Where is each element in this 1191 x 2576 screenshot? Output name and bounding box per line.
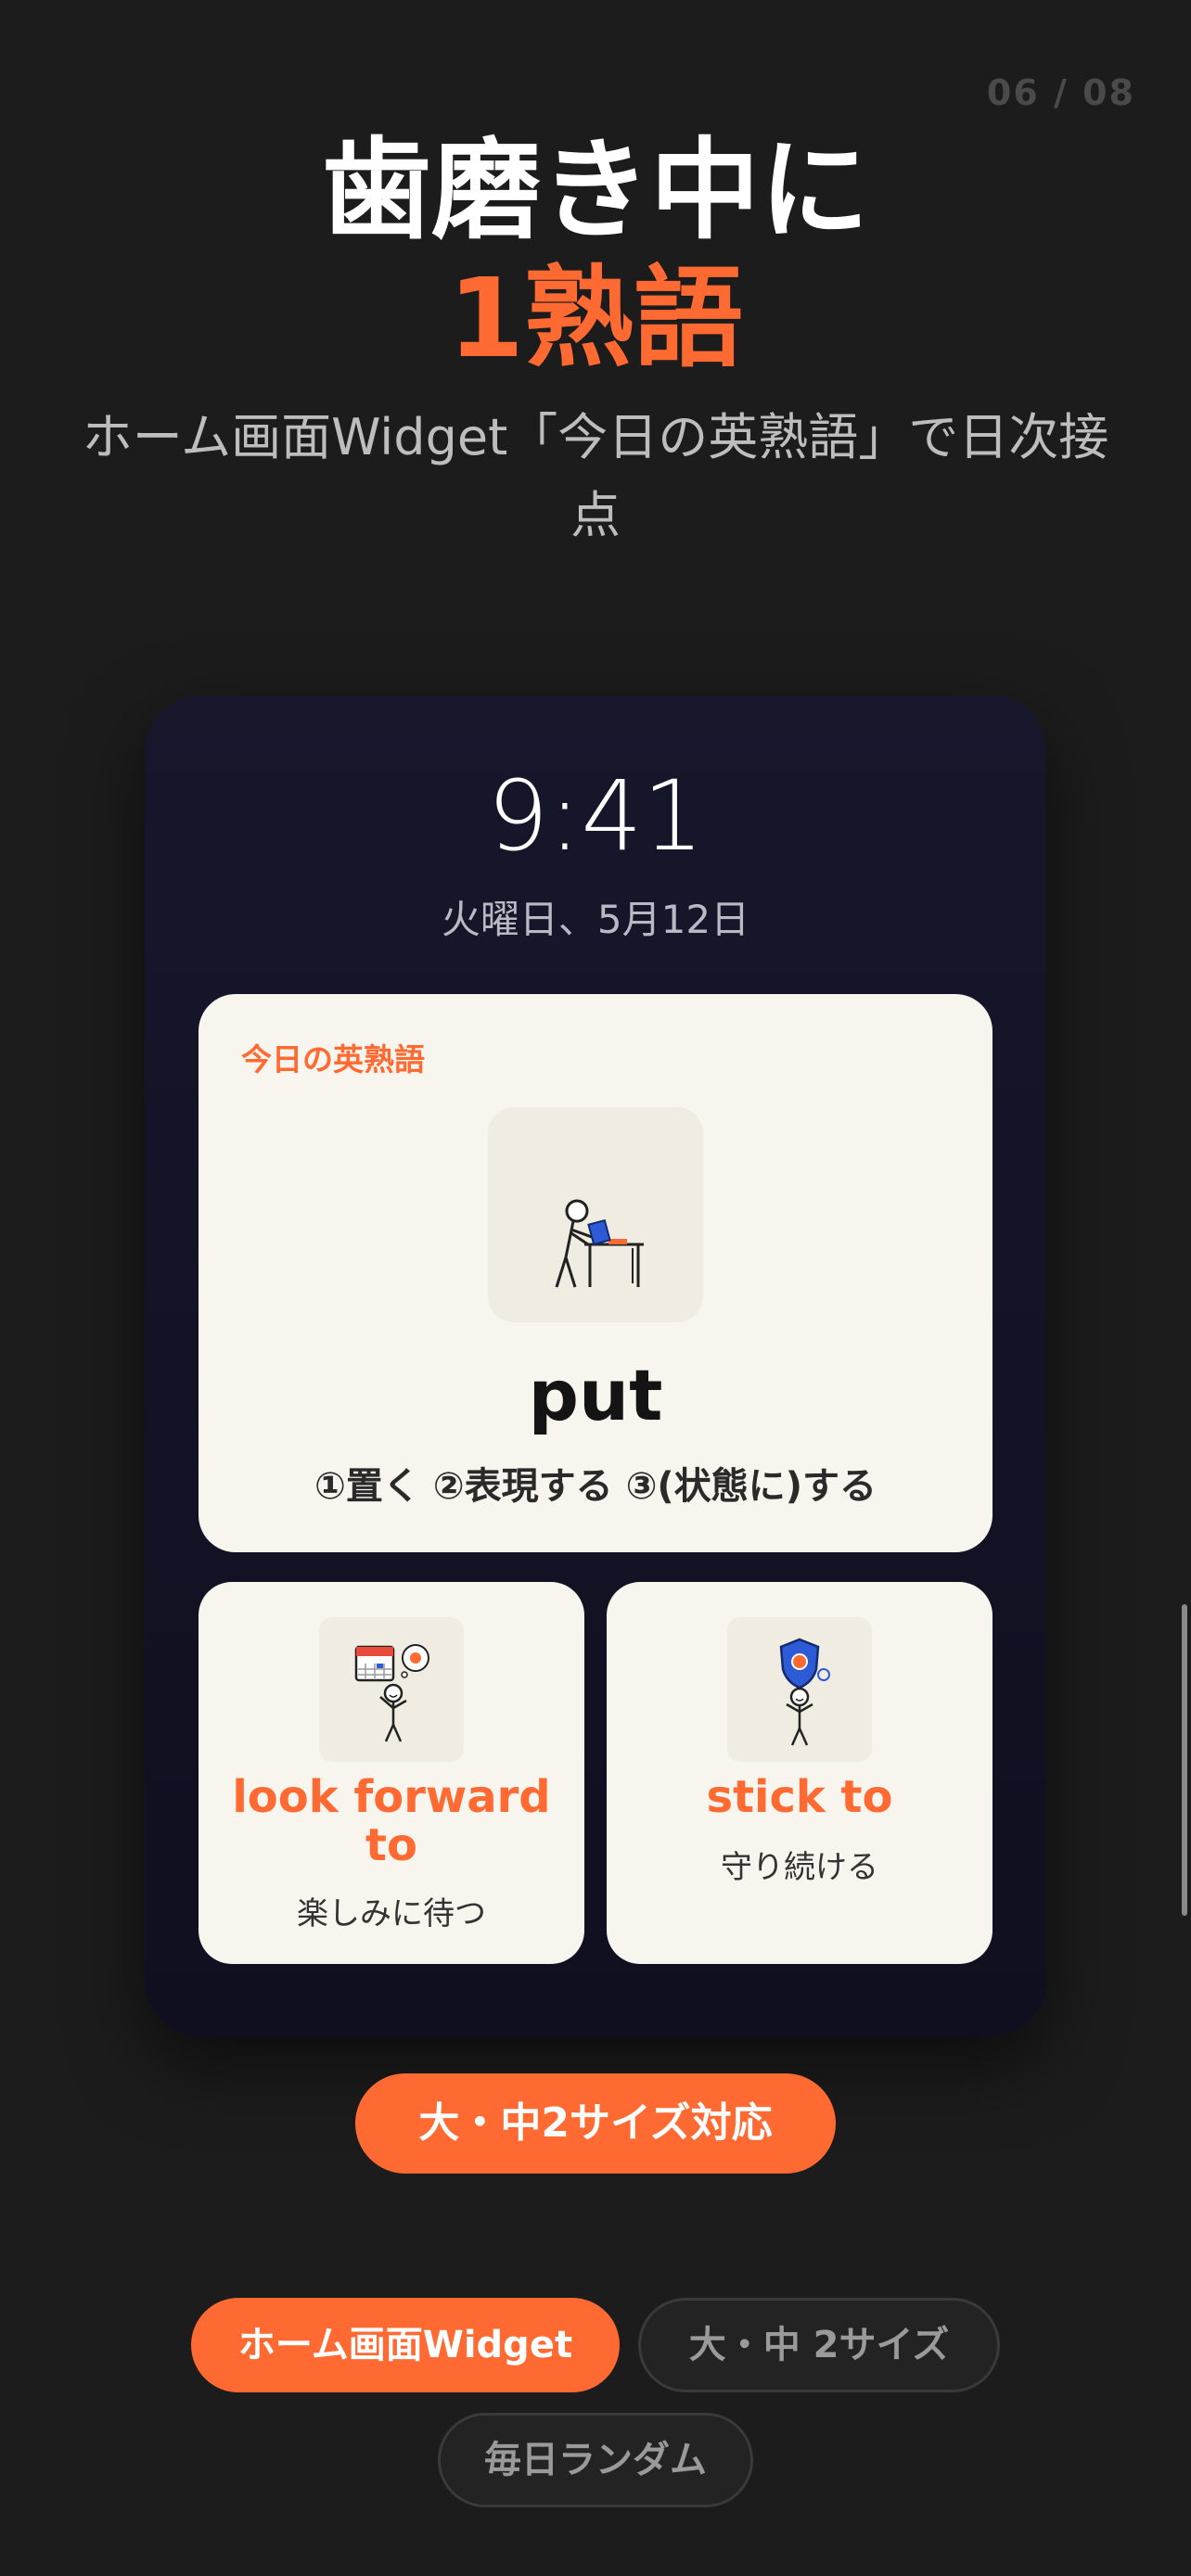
widget-meaning: 守り続ける (721, 1849, 878, 1886)
headline-accent: 1熟語 (447, 254, 744, 382)
widget-meaning: ①置く ②表現する ③(状態に)する (314, 1465, 877, 1508)
subtitle: ホーム画面Widget「今日の英熟語」で日次接 点 (37, 399, 1154, 555)
size-support-badge: 大・中2サイズ対応 (355, 2073, 836, 2174)
widget-meaning: 楽しみに待つ (297, 1895, 486, 1932)
widget-small-look-forward-to[interactable]: look forward to 楽しみに待つ (198, 1582, 584, 1964)
widget-word-line1: stick to (706, 1771, 893, 1823)
chip-two-sizes[interactable]: 大・中 2サイズ (638, 2298, 1000, 2392)
widget-word: stick to (616, 1773, 983, 1821)
scrollbar[interactable] (1182, 1604, 1187, 1916)
page-counter: 06 / 08 (986, 72, 1135, 113)
lockscreen-time: 9:41 (487, 759, 704, 873)
calendar-person-icon (319, 1617, 464, 1762)
widget-word-line2: to (365, 1819, 417, 1871)
widget-word: put (528, 1354, 663, 1436)
subtitle-line2: 点 (570, 486, 621, 544)
shield-person-icon (727, 1617, 872, 1762)
person-at-desk-icon (488, 1107, 703, 1322)
chip-home-widget[interactable]: ホーム画面Widget (191, 2298, 620, 2392)
phone-mockup: 9:41 火曜日、5月12日 今日の英熟語 put ①置く ②表現する ③(状態… (145, 695, 1046, 2036)
widget-word: look forward to (208, 1773, 575, 1869)
widget-word-line1: look forward (232, 1771, 551, 1823)
widget-label: 今日の英熟語 (241, 1041, 425, 1078)
chip-daily-random[interactable]: 毎日ランダム (438, 2413, 753, 2507)
widget-small-stick-to[interactable]: stick to 守り続ける (607, 1582, 992, 1964)
widget-large[interactable]: 今日の英熟語 put ①置く ②表現する ③(状態に)する (198, 994, 992, 1552)
onboarding-page: 06 / 08 歯磨き中に 1熟語 ホーム画面Widget「今日の英熟語」で日次… (0, 0, 1191, 2576)
lockscreen-date: 火曜日、5月12日 (441, 897, 750, 942)
headline-title: 歯磨き中に (321, 126, 869, 254)
subtitle-line1: ホーム画面Widget「今日の英熟語」で日次接 (82, 408, 1109, 466)
